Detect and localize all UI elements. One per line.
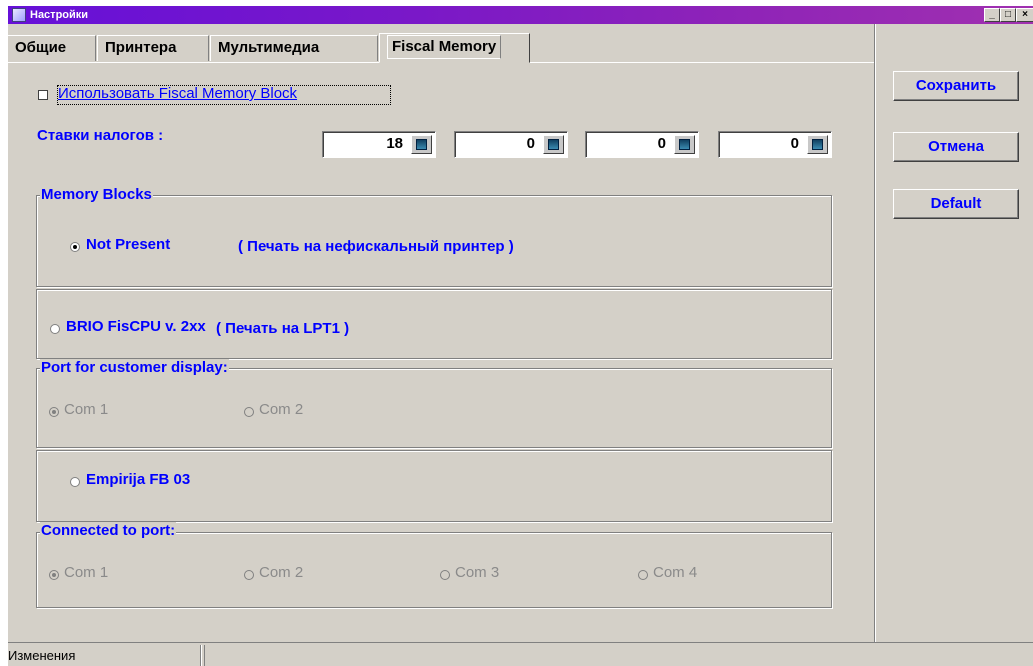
connected-com2-radio[interactable] xyxy=(244,570,254,580)
tax-rates-label: Ставки налогов : xyxy=(37,127,164,144)
tax-rate-value: 0 xyxy=(790,135,799,152)
connected-com3-label[interactable]: Com 3 xyxy=(455,564,499,581)
tax-rate-value: 18 xyxy=(386,135,403,152)
cancel-button[interactable]: Отмена xyxy=(893,132,1019,162)
not-present-label[interactable]: Not Present xyxy=(86,236,170,253)
default-button[interactable]: Default xyxy=(893,189,1019,219)
tax-rate-value: 0 xyxy=(657,135,666,152)
not-present-note: ( Печать на нефискальный принтер ) xyxy=(238,238,514,255)
connected-com4-label[interactable]: Com 4 xyxy=(653,564,697,581)
calculator-icon[interactable] xyxy=(543,135,564,154)
tax-rate-field-3[interactable]: 0 xyxy=(585,131,699,158)
customer-display-com1-label[interactable]: Com 1 xyxy=(64,401,108,418)
calculator-icon[interactable] xyxy=(411,135,432,154)
not-present-radio[interactable] xyxy=(70,242,80,252)
tab-printers[interactable]: Принтера xyxy=(97,35,209,61)
tab-fiscal-memory[interactable]: Fiscal Memory xyxy=(379,33,530,63)
minimize-button[interactable]: _ xyxy=(984,8,1000,22)
brio-note: ( Печать на LPT1 ) xyxy=(216,320,350,337)
brio-radio[interactable] xyxy=(50,324,60,334)
tab-multimedia[interactable]: Мультимедиа xyxy=(210,35,378,61)
connected-com1-label[interactable]: Com 1 xyxy=(64,564,108,581)
tab-general[interactable]: Общие xyxy=(8,35,96,61)
status-panel xyxy=(204,645,1033,666)
save-button[interactable]: Сохранить xyxy=(893,71,1019,101)
status-text: Изменения xyxy=(8,645,201,666)
maximize-button[interactable]: □ xyxy=(1000,8,1016,22)
tab-fiscal-memory-label: Fiscal Memory xyxy=(387,35,502,59)
connected-com4-radio[interactable] xyxy=(638,570,648,580)
connected-port-title: Connected to port: xyxy=(40,522,177,539)
memory-blocks-title: Memory Blocks xyxy=(40,186,153,203)
calculator-icon[interactable] xyxy=(807,135,828,154)
use-fiscal-block-checkbox[interactable] xyxy=(38,90,48,100)
use-fiscal-block-label[interactable]: Использовать Fiscal Memory Block xyxy=(58,85,297,102)
connected-com1-radio[interactable] xyxy=(49,570,59,580)
connected-com3-radio[interactable] xyxy=(440,570,450,580)
tax-rate-field-1[interactable]: 18 xyxy=(322,131,436,158)
customer-display-com1-radio[interactable] xyxy=(49,407,59,417)
title-bar[interactable]: Настройки _ □ × xyxy=(8,6,1033,24)
brio-label[interactable]: BRIO FisCPU v. 2xx xyxy=(66,318,206,335)
connected-port-group xyxy=(36,532,832,608)
customer-display-com2-label[interactable]: Com 2 xyxy=(259,401,303,418)
settings-window: Настройки _ □ × Общие Принтера Мультимед… xyxy=(8,6,1033,666)
status-bar: Изменения xyxy=(8,642,1033,666)
window-title: Настройки xyxy=(30,9,89,21)
empirija-label[interactable]: Empirija FB 03 xyxy=(86,471,190,488)
customer-display-title: Port for customer display: xyxy=(40,359,229,376)
panel-divider xyxy=(874,24,876,642)
connected-com2-label[interactable]: Com 2 xyxy=(259,564,303,581)
tax-rate-value: 0 xyxy=(526,135,535,152)
empirija-radio[interactable] xyxy=(70,477,80,487)
tax-rate-field-2[interactable]: 0 xyxy=(454,131,568,158)
tax-rate-field-4[interactable]: 0 xyxy=(718,131,832,158)
customer-display-com2-radio[interactable] xyxy=(244,407,254,417)
customer-display-group xyxy=(36,368,832,448)
calculator-icon[interactable] xyxy=(674,135,695,154)
app-icon[interactable] xyxy=(12,8,26,22)
close-button[interactable]: × xyxy=(1016,8,1033,22)
